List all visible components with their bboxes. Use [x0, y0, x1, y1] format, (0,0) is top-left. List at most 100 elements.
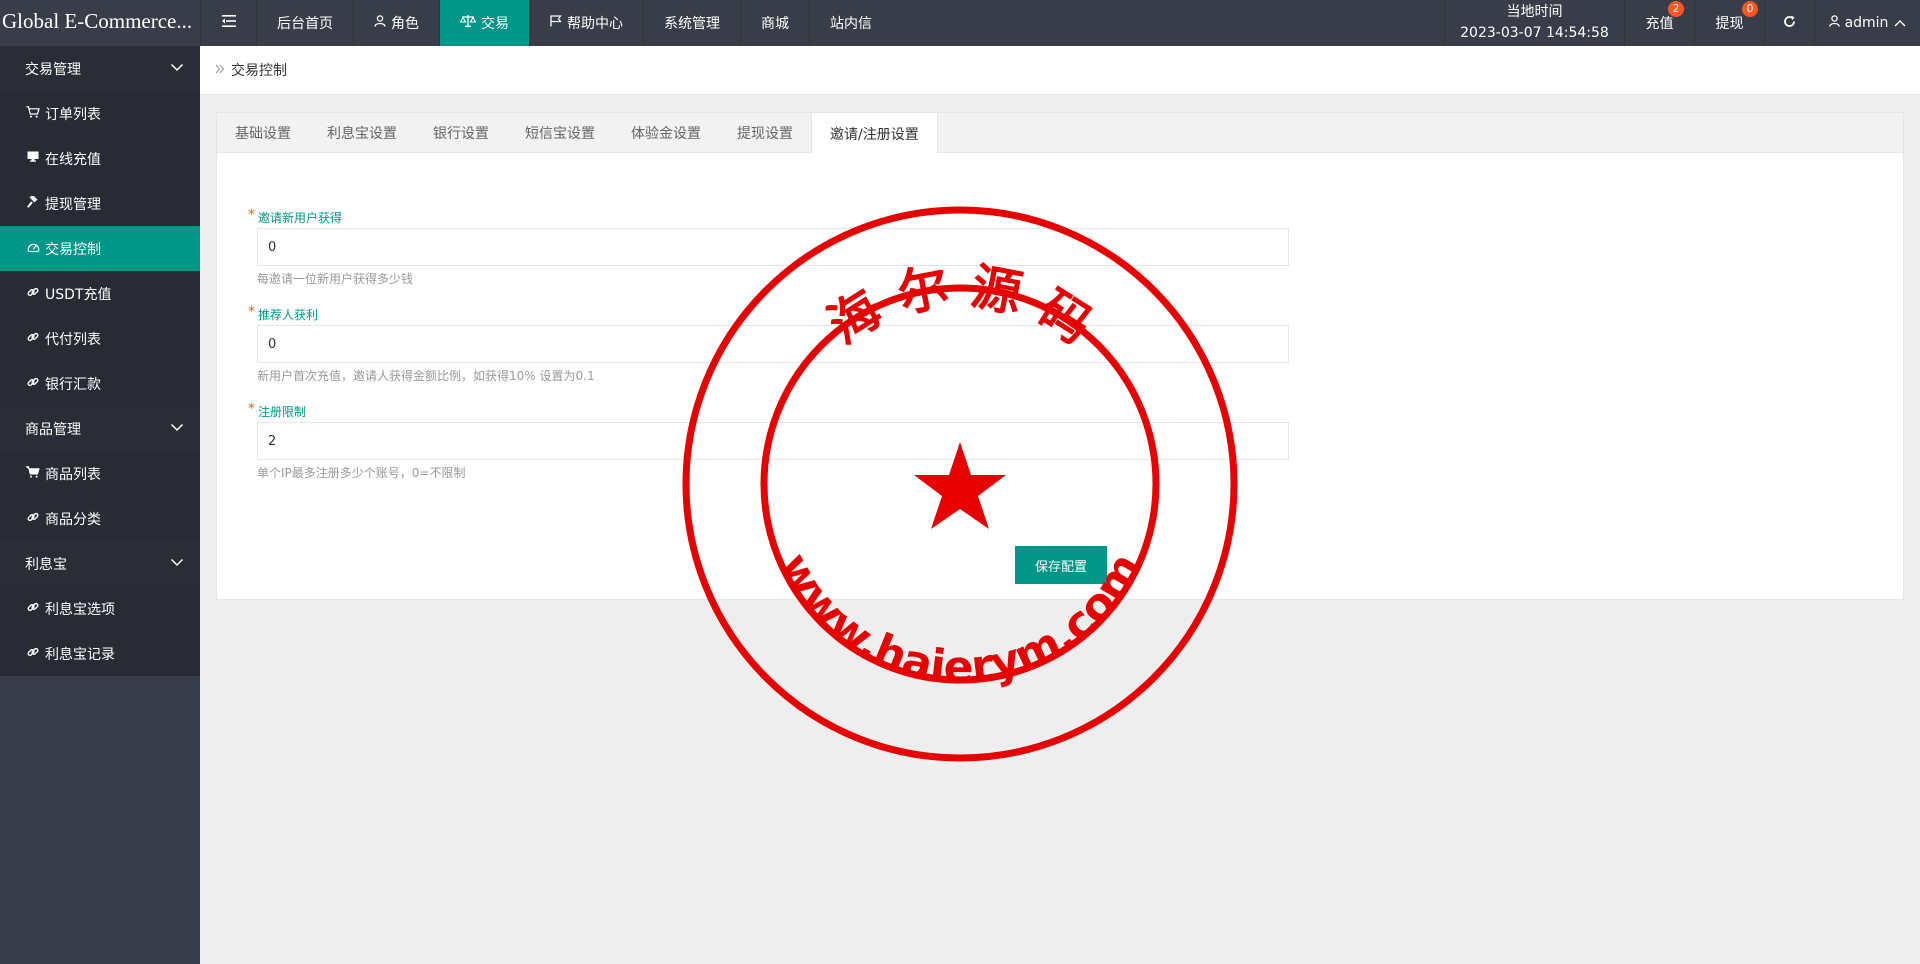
tab-label: 体验金设置	[631, 125, 701, 142]
sidebar-item-label: 银行汇款	[45, 376, 101, 393]
nav-label: 交易	[481, 16, 509, 32]
nav-label: 角色	[391, 16, 419, 32]
local-time: 当地时间 2023-03-07 14:54:58	[1444, 0, 1624, 46]
sidebar-item-payout-list[interactable]: 代付列表	[0, 316, 200, 361]
sidebar-item-usdt-recharge[interactable]: USDT充值	[0, 271, 200, 316]
field-help: 单个IP最多注册多少个账号，0=不限制	[257, 466, 466, 480]
sidebar-item-bank-transfer[interactable]: 银行汇款	[0, 361, 200, 406]
chevron-down-icon	[170, 423, 184, 432]
tab-label: 短信宝设置	[525, 125, 595, 142]
field-label-text: 邀请新用户获得	[258, 211, 343, 225]
required-mark: *	[248, 401, 255, 417]
chevron-down-icon	[170, 558, 184, 567]
nav-system-management[interactable]: 系统管理	[643, 0, 740, 46]
user-icon	[1828, 15, 1840, 31]
breadcrumb-current[interactable]: 交易控制	[231, 60, 287, 80]
cart-icon	[25, 105, 41, 122]
refresh-icon	[1783, 15, 1796, 32]
nav-label: 后台首页	[277, 16, 333, 32]
recharge-label: 充值	[1645, 16, 1674, 32]
sidebar-item-product-category[interactable]: 商品分类	[0, 496, 200, 541]
sidebar-group-product-management[interactable]: 商品管理	[0, 406, 200, 451]
link-icon	[25, 376, 41, 392]
tab-invite-register-settings[interactable]: 邀请/注册设置	[811, 113, 938, 154]
sidebar-group-label: 交易管理	[25, 61, 81, 78]
sidebar-group-label: 利息宝	[25, 556, 67, 573]
settings-tabs: 基础设置 利息宝设置 银行设置 短信宝设置 体验金设置 提现设置 邀请/注册设置	[217, 113, 1903, 154]
chevron-up-icon	[1894, 15, 1906, 31]
tab-bank-settings[interactable]: 银行设置	[415, 113, 507, 152]
nav-label: 商城	[761, 16, 789, 32]
sidebar-item-trade-control[interactable]: 交易控制	[0, 226, 200, 271]
tab-label: 银行设置	[433, 125, 489, 142]
sidebar-item-label: 交易控制	[45, 241, 101, 258]
sidebar: 交易管理 订单列表 在线充值 提现管理 交易控制 USDT充值 代付列表 银行汇…	[0, 46, 200, 964]
flag-icon	[550, 15, 562, 31]
invite-reward-input[interactable]	[257, 228, 1289, 266]
recharge-badge: 2	[1668, 1, 1684, 17]
invite-settings-form: *邀请新用户获得 每邀请一位新用户获得多少钱 *推荐人获利 新用户首次充值，邀请…	[248, 207, 1297, 499]
field-register-limit: *注册限制 单个IP最多注册多少个账号，0=不限制	[248, 401, 1297, 481]
tab-sms-settings[interactable]: 短信宝设置	[507, 113, 613, 152]
sidebar-item-order-list[interactable]: 订单列表	[0, 91, 200, 136]
cart-icon	[24, 465, 41, 482]
nav-mall[interactable]: 商城	[740, 0, 809, 46]
sidebar-toggle-button[interactable]	[200, 0, 256, 46]
link-icon	[25, 331, 41, 347]
field-referrer-profit: *推荐人获利 新用户首次充值，邀请人获得金额比例，如获得10% 设置为0.1	[248, 304, 1297, 384]
sidebar-group-interest-treasure[interactable]: 利息宝	[0, 541, 200, 586]
nav-trade[interactable]: 交易	[439, 0, 529, 46]
user-name: admin	[1844, 15, 1889, 31]
nav-help-center[interactable]: 帮助中心	[529, 0, 643, 46]
nav-dashboard[interactable]: 后台首页	[256, 0, 353, 46]
refresh-button[interactable]	[1764, 0, 1814, 46]
tab-label: 邀请/注册设置	[830, 126, 919, 143]
tab-trial-fund-settings[interactable]: 体验金设置	[613, 113, 719, 152]
link-icon	[25, 286, 41, 302]
required-mark: *	[248, 304, 255, 320]
local-time-label: 当地时间	[1506, 4, 1563, 20]
field-label: * 注册限制	[248, 401, 1297, 422]
scale-icon	[459, 15, 477, 31]
breadcrumb: 交易控制	[200, 46, 1920, 95]
monitor-icon	[25, 151, 41, 166]
tab-interest-settings[interactable]: 利息宝设置	[309, 113, 415, 152]
field-label: * 推荐人获利	[248, 304, 1297, 325]
sidebar-item-label: 在线充值	[45, 151, 101, 168]
sidebar-item-label: 商品列表	[45, 466, 101, 483]
sidebar-item-product-list[interactable]: 商品列表	[0, 451, 200, 496]
sidebar-item-label: USDT充值	[45, 286, 112, 303]
referrer-profit-input[interactable]	[257, 325, 1289, 363]
register-limit-input[interactable]	[257, 422, 1289, 460]
field-help: 新用户首次充值，邀请人获得金额比例，如获得10% 设置为0.1	[257, 369, 595, 383]
save-config-button[interactable]: 保存配置	[1015, 546, 1107, 584]
user-icon	[374, 15, 386, 31]
dashboard-icon	[25, 241, 41, 257]
withdraw-button[interactable]: 提现 0	[1694, 0, 1764, 46]
sidebar-item-withdraw-management[interactable]: 提现管理	[0, 181, 200, 226]
hammer-icon	[25, 194, 41, 212]
nav-messages[interactable]: 站内信	[809, 0, 892, 46]
sidebar-item-label: 订单列表	[45, 106, 101, 123]
sidebar-item-interest-records[interactable]: 利息宝记录	[0, 631, 200, 676]
tab-label: 基础设置	[235, 125, 291, 142]
sidebar-item-label: 代付列表	[45, 331, 101, 348]
sidebar-group-trade-management[interactable]: 交易管理	[0, 46, 200, 91]
user-menu[interactable]: admin	[1814, 0, 1920, 46]
sidebar-item-label: 商品分类	[45, 511, 101, 528]
field-invite-reward: *邀请新用户获得 每邀请一位新用户获得多少钱	[248, 207, 1297, 287]
tab-withdraw-settings[interactable]: 提现设置	[719, 113, 811, 152]
link-icon	[25, 601, 41, 617]
sidebar-item-interest-options[interactable]: 利息宝选项	[0, 586, 200, 631]
top-header: Global E-Commerce... 后台首页 角色 交易 帮助中心 系统管…	[0, 0, 1920, 46]
sidebar-item-online-recharge[interactable]: 在线充值	[0, 136, 200, 181]
nav-roles[interactable]: 角色	[353, 0, 439, 46]
tab-label: 利息宝设置	[327, 125, 397, 142]
field-label-text: 注册限制	[258, 405, 307, 419]
tab-label: 提现设置	[737, 125, 793, 142]
tab-basic-settings[interactable]: 基础设置	[217, 113, 309, 152]
sidebar-item-label: 利息宝选项	[45, 601, 115, 618]
recharge-button[interactable]: 充值 2	[1624, 0, 1694, 46]
withdraw-badge: 0	[1742, 1, 1758, 17]
field-help: 每邀请一位新用户获得多少钱	[257, 272, 414, 286]
